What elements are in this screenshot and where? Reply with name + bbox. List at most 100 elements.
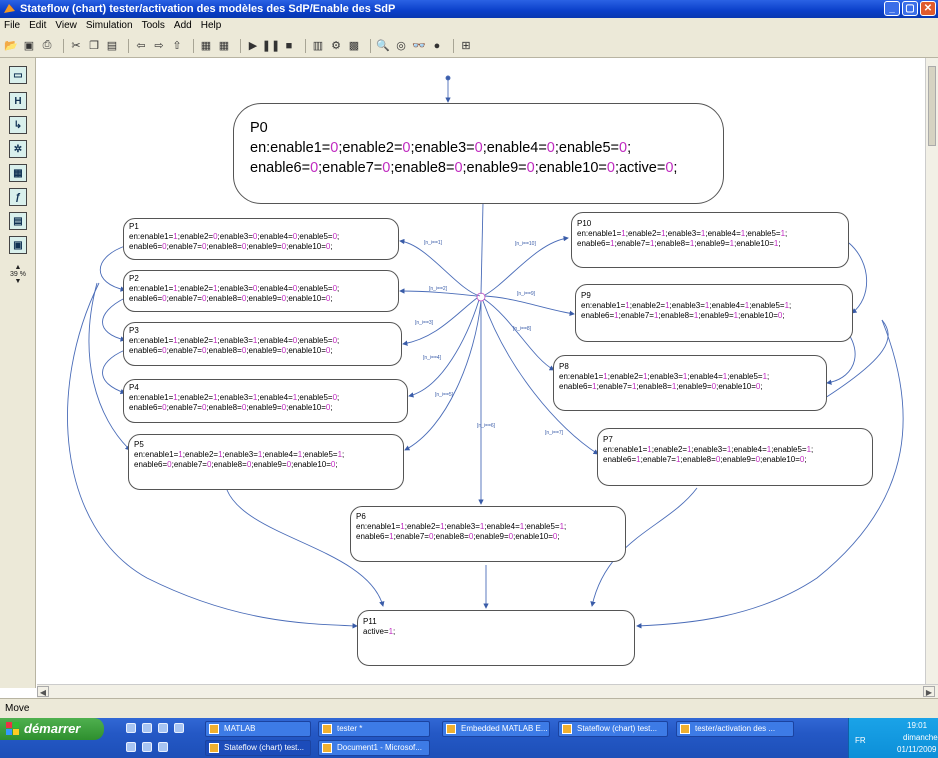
language-indicator[interactable]: FR (855, 736, 866, 745)
state-p4[interactable]: P4 en:enable1=1;enable2=1;enable3=1;enab… (123, 379, 408, 423)
default-transition-icon[interactable]: ↳ (9, 116, 27, 134)
transition-label: [n_i==10] (515, 241, 536, 247)
target-icon[interactable]: ◎ (394, 39, 408, 53)
task-stateflow-active[interactable]: Stateflow (chart) test... (205, 740, 311, 756)
junction-hub[interactable] (476, 292, 486, 302)
task-stateflow[interactable]: Stateflow (chart) test... (558, 721, 668, 737)
word-icon (322, 743, 332, 753)
state-name: P9 (581, 291, 591, 300)
menu-view[interactable]: View (55, 18, 77, 34)
state-tool-icon[interactable]: ▭ (9, 66, 27, 84)
transition-p0-hub[interactable] (480, 202, 484, 295)
zoom-out-icon[interactable]: ▼ (6, 278, 30, 285)
menu-file[interactable]: File (4, 18, 20, 34)
build-icon[interactable]: ▦ (199, 39, 213, 53)
close-button[interactable]: ✕ (920, 1, 936, 16)
menu-add[interactable]: Add (174, 18, 192, 34)
print-icon[interactable]: ⎙ (40, 39, 54, 53)
state-p7[interactable]: P7 en:enable1=1;enable2=1;enable3=1;enab… (597, 428, 873, 486)
state-p10[interactable]: P10 en:enable1=1;enable2=1;enable3=1;ena… (571, 212, 849, 268)
state-action-line2: enable6=0;enable7=0;enable8=0;enable9=0;… (250, 160, 678, 176)
window-titlebar[interactable]: Stateflow (chart) tester/activation des … (0, 0, 938, 18)
menu-edit[interactable]: Edit (29, 18, 46, 34)
state-action-line1: en:enable1=1;enable2=1;enable3=1;enable4… (559, 372, 770, 381)
start-button[interactable]: démarrer (0, 718, 104, 740)
play-icon[interactable]: ▶ (246, 39, 260, 53)
copy-icon[interactable]: ❐ (87, 39, 101, 53)
transition-label: [n_i==8] (513, 326, 532, 332)
explorer-icon[interactable]: ▥ (311, 39, 325, 53)
loop-p1-p2[interactable] (99, 245, 126, 292)
history-junction-icon[interactable]: H (9, 92, 27, 110)
task-matlab[interactable]: MATLAB (205, 721, 311, 737)
task-embedded-matlab[interactable]: Embedded MATLAB E... (442, 721, 550, 737)
stateflow-canvas[interactable]: [n_i==1] [n_i==2] [n_i==3] [n_i==4] [n_i… (37, 58, 925, 684)
quicklaunch-icon[interactable] (158, 742, 168, 752)
quicklaunch-icon[interactable] (126, 742, 136, 752)
state-p9[interactable]: P9 en:enable1=1;enable2=1;enable3=1;enab… (575, 284, 853, 342)
cut-icon[interactable]: ✂ (69, 39, 83, 53)
windows-flag-icon (6, 722, 19, 735)
box-icon[interactable]: ▣ (9, 236, 27, 254)
pause-icon[interactable]: ❚❚ (262, 39, 280, 53)
connective-junction-icon[interactable]: ✲ (9, 140, 27, 158)
find-icon[interactable]: 🔍 (376, 39, 390, 53)
state-action-line2: enable6=1;enable7=1;enable8=1;enable9=1;… (577, 239, 781, 248)
ie-icon[interactable] (142, 723, 152, 733)
state-p6[interactable]: P6 en:enable1=1;enable2=1;enable3=1;enab… (350, 506, 626, 562)
clock-time[interactable]: 19:01 (907, 721, 927, 730)
minimize-button[interactable]: _ (884, 1, 900, 16)
model-icon[interactable]: ▩ (347, 39, 361, 53)
vertical-scrollbar[interactable] (925, 58, 938, 684)
binoculars-icon[interactable]: 👓 (412, 39, 426, 53)
forward-icon[interactable]: ⇨ (152, 39, 166, 53)
embedded-matlab-icon[interactable]: ▤ (9, 212, 27, 230)
state-p8[interactable]: P8 en:enable1=1;enable2=1;enable3=1;enab… (553, 355, 827, 411)
state-action-line1: en:enable1=1;enable2=1;enable3=1;enable4… (581, 301, 792, 310)
task-tester-activation[interactable]: tester/activation des ... (676, 721, 794, 737)
state-p2[interactable]: P2 en:enable1=1;enable2=1;enable3=0;enab… (123, 270, 399, 312)
quicklaunch-icon[interactable] (142, 742, 152, 752)
task-tester[interactable]: tester * (318, 721, 430, 737)
transition-p4[interactable] (408, 299, 480, 398)
state-p0[interactable]: P0 en:enable1=0;enable2=0;enable3=0;enab… (233, 103, 724, 204)
scroll-right-icon[interactable]: ▶ (923, 686, 935, 697)
scroll-thumb[interactable] (928, 66, 936, 146)
state-action-line2: enable6=0;enable7=0;enable8=0;enable9=0;… (129, 346, 333, 355)
open-icon[interactable]: 📂 (4, 39, 18, 53)
truth-table-icon[interactable]: ▦ (9, 164, 27, 182)
state-p5[interactable]: P5 en:enable1=1;enable2=1;enable3=1;enab… (128, 434, 404, 490)
state-name: P2 (129, 274, 139, 283)
state-p3[interactable]: P3 en:enable1=1;enable2=1;enable3=1;enab… (123, 322, 402, 366)
stop-icon[interactable]: ■ (282, 39, 296, 53)
menu-tools[interactable]: Tools (142, 18, 165, 34)
transition-p8[interactable] (483, 298, 555, 371)
debugger-icon[interactable]: ⚙ (329, 39, 343, 53)
zoom-in-icon[interactable]: ▲ (6, 264, 30, 271)
up-icon[interactable]: ⇧ (170, 39, 184, 53)
toolbar-separator (63, 38, 64, 53)
paste-icon[interactable]: ▤ (105, 39, 119, 53)
toolbar-separator (240, 38, 241, 53)
quicklaunch-icon[interactable] (126, 723, 136, 733)
state-action-line1: active=1; (363, 627, 396, 636)
record-icon[interactable]: ● (430, 39, 444, 53)
task-word[interactable]: Document1 - Microsof... (318, 740, 430, 756)
horizontal-scrollbar[interactable]: ◀ ▶ (37, 684, 938, 698)
state-p1[interactable]: P1 en:enable1=1;enable2=0;enable3=0;enab… (123, 218, 399, 260)
maximize-button[interactable]: ▢ (902, 1, 918, 16)
save-icon[interactable]: ▣ (22, 39, 36, 53)
loop-p2-p3[interactable] (102, 297, 126, 342)
quicklaunch-icon[interactable] (174, 723, 184, 733)
simulink-icon[interactable]: ⊞ (459, 39, 473, 53)
rebuild-icon[interactable]: ▦ (217, 39, 231, 53)
back-icon[interactable]: ⇦ (134, 39, 148, 53)
menu-help[interactable]: Help (201, 18, 222, 34)
function-icon[interactable]: ƒ (9, 188, 27, 206)
scroll-left-icon[interactable]: ◀ (37, 686, 49, 697)
quicklaunch-icon[interactable] (158, 723, 168, 733)
loop-p3-p4[interactable] (102, 349, 126, 395)
state-p11[interactable]: P11 active=1; (357, 610, 635, 666)
menu-simulation[interactable]: Simulation (86, 18, 133, 34)
zoom-control[interactable]: ▲ 39 % ▼ (6, 264, 30, 294)
